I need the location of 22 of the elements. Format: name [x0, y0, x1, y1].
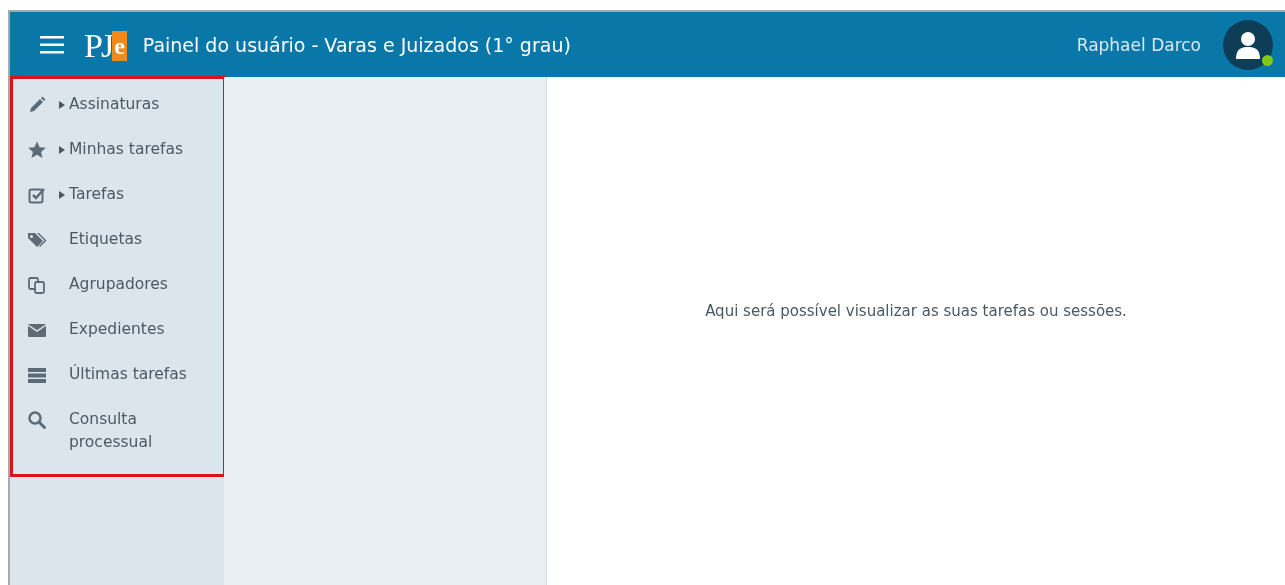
search-icon: [27, 410, 47, 430]
sidebar-item[interactable]: Agrupadores: [13, 263, 223, 308]
page-title: Painel do usuário - Varas e Juizados (1° grau): [142, 33, 572, 56]
user-avatar[interactable]: [1223, 19, 1273, 70]
star-icon: [27, 140, 47, 160]
sidebar-item[interactable]: Minhas tarefas: [13, 128, 223, 173]
sidebar-item[interactable]: Consulta processual: [13, 398, 223, 466]
list-icon: [27, 365, 47, 385]
user-name: Raphael Darco: [1076, 34, 1201, 55]
copy-icon: [27, 275, 47, 295]
sidebar-item[interactable]: Assinaturas: [13, 83, 223, 128]
menu-icon[interactable]: [40, 35, 64, 54]
sidebar-item[interactable]: Etiquetas: [13, 218, 223, 263]
user-silhouette-icon: [1235, 30, 1261, 59]
tag-icon: [27, 230, 47, 250]
logo-badge: e: [112, 30, 127, 61]
logo-text: PJ: [84, 26, 113, 65]
sidebar-item[interactable]: Expedientes: [13, 308, 223, 353]
sidebar-item[interactable]: Últimas tarefas: [13, 353, 223, 398]
sidebar-item[interactable]: Tarefas: [13, 173, 223, 218]
empty-message: Aqui será possível visualizar as suas tarefas ou sessões.: [705, 302, 1127, 320]
pencil-icon: [27, 95, 47, 115]
